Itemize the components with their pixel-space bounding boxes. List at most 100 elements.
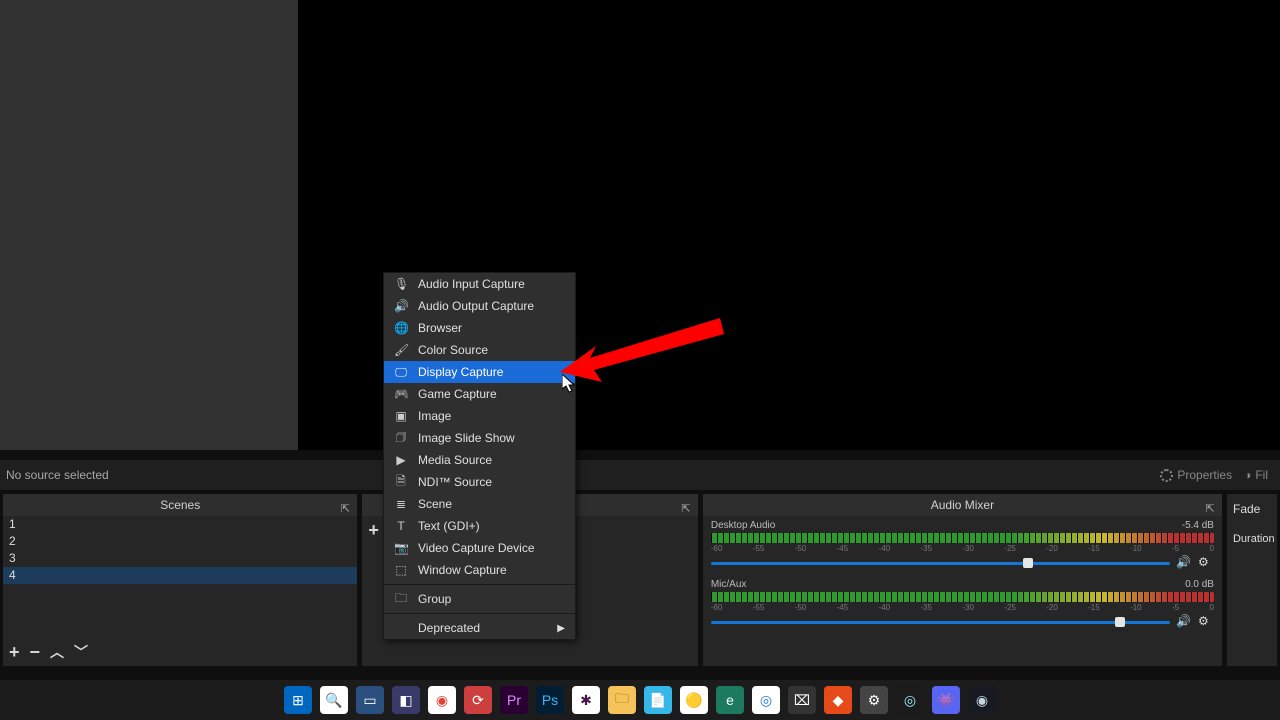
scene-item[interactable]: 1 (3, 516, 357, 533)
popout-icon[interactable]: ⇱ (680, 498, 692, 510)
volume-slider[interactable] (711, 562, 1170, 565)
scene-item[interactable]: 4 (3, 567, 357, 584)
gear-icon[interactable]: ⚙ (1198, 614, 1214, 630)
gear-icon[interactable]: ⚙ (1198, 555, 1214, 571)
taskbar-photoshop-icon[interactable]: Ps (536, 686, 564, 714)
menu-item-group[interactable]: 🗀Group (384, 588, 575, 610)
move-down-button[interactable]: ﹀ (74, 642, 88, 662)
taskbar-edge-icon[interactable]: e (716, 686, 744, 714)
taskbar-screenrec-icon[interactable]: ⌧ (788, 686, 816, 714)
menu-item-media-source[interactable]: ▶Media Source (384, 449, 575, 471)
track-name: Mic/Aux (711, 579, 747, 590)
slider-thumb[interactable] (1115, 617, 1125, 627)
taskbar-settings-icon[interactable]: ⚙ (860, 686, 888, 714)
menu-label: Browser (418, 321, 462, 335)
mixer-header: Audio Mixer ⇱ (703, 494, 1222, 516)
menu-item-scene[interactable]: ≣Scene (384, 493, 575, 515)
monitor-icon: 🖵 (394, 365, 408, 380)
add-scene-button[interactable]: + (9, 642, 20, 663)
camera-icon: 📷 (394, 541, 408, 555)
taskbar-chrome-icon[interactable]: ◉ (428, 686, 456, 714)
preview-letterbox-left (0, 0, 298, 450)
taskbar-taskview-icon[interactable]: ▭ (356, 686, 384, 714)
menu-item-ndi-source[interactable]: 🗎 NDI™ Source (384, 471, 575, 493)
taskbar-browser2-icon[interactable]: ◎ (752, 686, 780, 714)
taskbar-steam-icon[interactable]: ◉ (968, 686, 996, 714)
fade-label: Fade (1233, 502, 1260, 516)
submenu-arrow-icon: ▶ (557, 623, 565, 634)
menu-label: NDI™ Source (418, 475, 492, 489)
slider-thumb[interactable] (1023, 558, 1033, 568)
taskbar-widgets-icon[interactable]: ◧ (392, 686, 420, 714)
mic-icon: 🎙 (394, 277, 408, 291)
menu-item-image[interactable]: ▣Image (384, 405, 575, 427)
taskbar-toy-icon[interactable]: 🟡 (680, 686, 708, 714)
speaker-icon[interactable]: 🔊 (1176, 614, 1192, 630)
track-name: Desktop Audio (711, 520, 776, 531)
menu-item-game-capture[interactable]: 🎮Game Capture (384, 383, 575, 405)
audio-meter (711, 592, 1214, 602)
scenes-actions: + − ︿ ﹀ (3, 638, 357, 666)
menu-item-image-slide-show[interactable]: 🗇Image Slide Show (384, 427, 575, 449)
scene-list[interactable]: 1234 (3, 516, 357, 638)
menu-item-window-capture[interactable]: ⬚ Window Capture (384, 559, 575, 581)
fade-row[interactable]: Fade (1227, 494, 1277, 524)
globe-icon: 🌐 (394, 321, 408, 335)
play-icon: ▶ (394, 453, 408, 467)
taskbar-ccleaner-icon[interactable]: ⟳ (464, 686, 492, 714)
move-up-button[interactable]: ︿ (50, 642, 64, 662)
menu-item-deprecated[interactable]: Deprecated ▶ (384, 617, 575, 639)
scenes-title: Scenes (160, 498, 200, 512)
menu-label: Window Capture (418, 563, 507, 577)
track-db: -5.4 dB (1182, 520, 1214, 531)
menu-label: Text (GDI+) (418, 519, 480, 533)
audio-track: Desktop Audio-5.4 dB-60-55-50-45-40-35-3… (711, 520, 1214, 571)
volume-slider[interactable] (711, 621, 1170, 624)
filters-button[interactable]: ◑ Fil (1238, 466, 1274, 484)
doc-icon: 🗎 (394, 472, 408, 493)
taskbar-notepad-icon[interactable]: 📄 (644, 686, 672, 714)
window-icon: ⬚ (394, 563, 408, 577)
menu-separator (384, 584, 575, 585)
menu-item-text-gdi-[interactable]: T Text (GDI+) (384, 515, 575, 537)
bottom-panels: Scenes ⇱ 1234 + − ︿ ﹀ ⇱ ources. elow, d … (0, 494, 1280, 666)
menu-label: Color Source (418, 343, 488, 357)
brush-icon: 🖌 (394, 343, 408, 357)
remove-scene-button[interactable]: − (30, 642, 41, 663)
taskbar-office-icon[interactable]: ◆ (824, 686, 852, 714)
menu-item-audio-output-capture[interactable]: 🔊Audio Output Capture (384, 295, 575, 317)
menu-label: Deprecated (418, 621, 480, 635)
gamepad-icon: 🎮 (394, 387, 408, 401)
menu-item-color-source[interactable]: 🖌 Color Source (384, 339, 575, 361)
menu-item-audio-input-capture[interactable]: 🎙Audio Input Capture (384, 273, 575, 295)
popout-icon[interactable]: ⇱ (1204, 498, 1216, 510)
scene-item[interactable]: 3 (3, 550, 357, 567)
speaker-icon: 🔊 (394, 299, 408, 313)
menu-label: Image Slide Show (418, 431, 515, 445)
properties-button[interactable]: Properties (1154, 466, 1238, 484)
source-toolbar: No source selected Properties ◑ Fil (0, 460, 1280, 490)
meter-ticks: -60-55-50-45-40-35-30-25-20-15-10-50 (711, 603, 1214, 612)
taskbar-slack-icon[interactable]: ✱ (572, 686, 600, 714)
duration-row[interactable]: Duration (1227, 524, 1277, 554)
speaker-icon[interactable]: 🔊 (1176, 555, 1192, 571)
menu-item-display-capture[interactable]: 🖵 Display Capture (384, 361, 575, 383)
taskbar-discord-icon[interactable]: 👾 (932, 686, 960, 714)
audio-meter (711, 533, 1214, 543)
menu-item-video-capture-device[interactable]: 📷Video Capture Device (384, 537, 575, 559)
taskbar-start-icon[interactable]: ⊞ (284, 686, 312, 714)
taskbar-premiere-icon[interactable]: Pr (500, 686, 528, 714)
taskbar-search-icon[interactable]: 🔍 (320, 686, 348, 714)
text-icon: T (394, 519, 408, 533)
taskbar-explorer-icon[interactable]: 🗀 (608, 686, 636, 714)
add-source-context-menu[interactable]: 🎙Audio Input Capture🔊Audio Output Captur… (383, 272, 576, 640)
menu-label: Display Capture (418, 365, 503, 379)
popout-icon[interactable]: ⇱ (339, 498, 351, 510)
scene-item[interactable]: 2 (3, 533, 357, 550)
taskbar-obs-icon[interactable]: ◎ (896, 686, 924, 714)
no-source-label: No source selected (6, 468, 109, 482)
windows-taskbar[interactable]: ⊞ 🔍 ▭ ◧ ◉ ⟳ Pr Ps ✱ 🗀 📄 🟡 e ◎ ⌧ ◆ ⚙ ◎ 👾 ◉ (0, 680, 1280, 720)
menu-item-browser[interactable]: 🌐 Browser (384, 317, 575, 339)
mixer-title: Audio Mixer (931, 498, 994, 512)
audio-mixer-panel: Audio Mixer ⇱ Desktop Audio -5.4 dB -60-55… (703, 494, 1222, 666)
